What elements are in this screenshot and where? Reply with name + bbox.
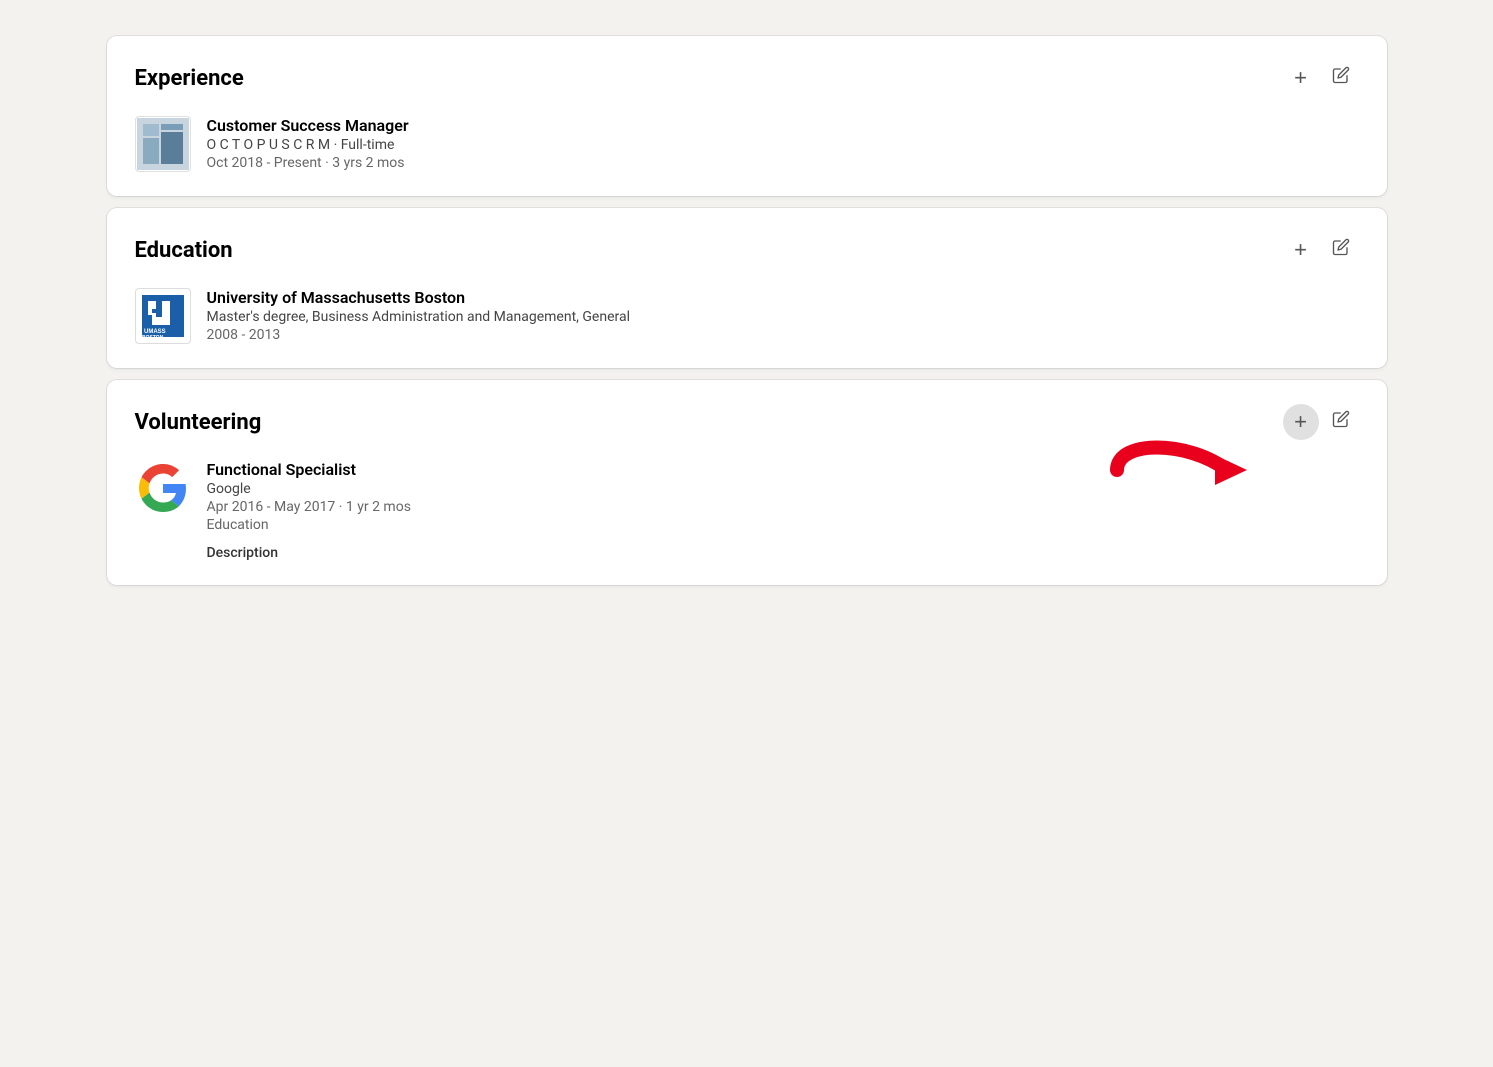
experience-entry: Customer Success Manager O C T O P U S C… xyxy=(135,116,1359,172)
volunteering-entry-info: Functional Specialist Google Apr 2016 - … xyxy=(207,460,1359,561)
experience-entry-info: Customer Success Manager O C T O P U S C… xyxy=(207,116,1359,171)
plus-icon: + xyxy=(1294,237,1307,263)
experience-company-logo xyxy=(135,116,191,172)
volunteering-description: Description xyxy=(207,545,1359,561)
volunteering-add-button[interactable]: + xyxy=(1283,404,1319,440)
pencil-icon xyxy=(1332,410,1350,434)
pencil-icon xyxy=(1332,66,1350,90)
pencil-icon xyxy=(1332,238,1350,262)
volunteering-edit-button[interactable] xyxy=(1323,404,1359,440)
education-school-logo: UMASS BOSTON xyxy=(135,288,191,344)
education-header: Education + xyxy=(135,232,1359,268)
plus-icon: + xyxy=(1294,409,1307,435)
education-card: Education + xyxy=(107,208,1387,368)
education-actions: + xyxy=(1283,232,1359,268)
volunteering-duration: Apr 2016 - May 2017 · 1 yr 2 mos xyxy=(207,499,1359,515)
plus-icon: + xyxy=(1294,65,1307,91)
experience-actions: + xyxy=(1283,60,1359,96)
volunteering-card: Volunteering + xyxy=(107,380,1387,585)
experience-job-title: Customer Success Manager xyxy=(207,116,1359,135)
page-container: Experience + xyxy=(107,20,1387,601)
volunteering-role: Functional Specialist xyxy=(207,460,1359,479)
education-entry-info: University of Massachusetts Boston Maste… xyxy=(207,288,1359,343)
experience-duration: Oct 2018 - Present · 3 yrs 2 mos xyxy=(207,155,1359,171)
experience-edit-button[interactable] xyxy=(1323,60,1359,96)
education-entry: UMASS BOSTON University of Massachusetts… xyxy=(135,288,1359,344)
experience-header: Experience + xyxy=(135,60,1359,96)
experience-add-button[interactable]: + xyxy=(1283,60,1319,96)
volunteering-header: Volunteering + xyxy=(135,404,1359,440)
volunteering-title: Volunteering xyxy=(135,410,262,435)
experience-card: Experience + xyxy=(107,36,1387,196)
education-add-button[interactable]: + xyxy=(1283,232,1319,268)
volunteering-org-logo xyxy=(135,460,191,516)
education-school-name: University of Massachusetts Boston xyxy=(207,288,1359,307)
volunteering-actions: + xyxy=(1283,404,1359,440)
education-edit-button[interactable] xyxy=(1323,232,1359,268)
education-title: Education xyxy=(135,238,233,263)
volunteering-category: Education xyxy=(207,517,1359,533)
education-years: 2008 - 2013 xyxy=(207,327,1359,343)
education-degree: Master's degree, Business Administration… xyxy=(207,309,1359,325)
volunteering-org: Google xyxy=(207,481,1359,497)
svg-text:BOSTON: BOSTON xyxy=(142,335,164,339)
experience-company: O C T O P U S C R M · Full-time xyxy=(207,137,1359,153)
experience-title: Experience xyxy=(135,66,244,91)
volunteering-entry: Functional Specialist Google Apr 2016 - … xyxy=(135,460,1359,561)
